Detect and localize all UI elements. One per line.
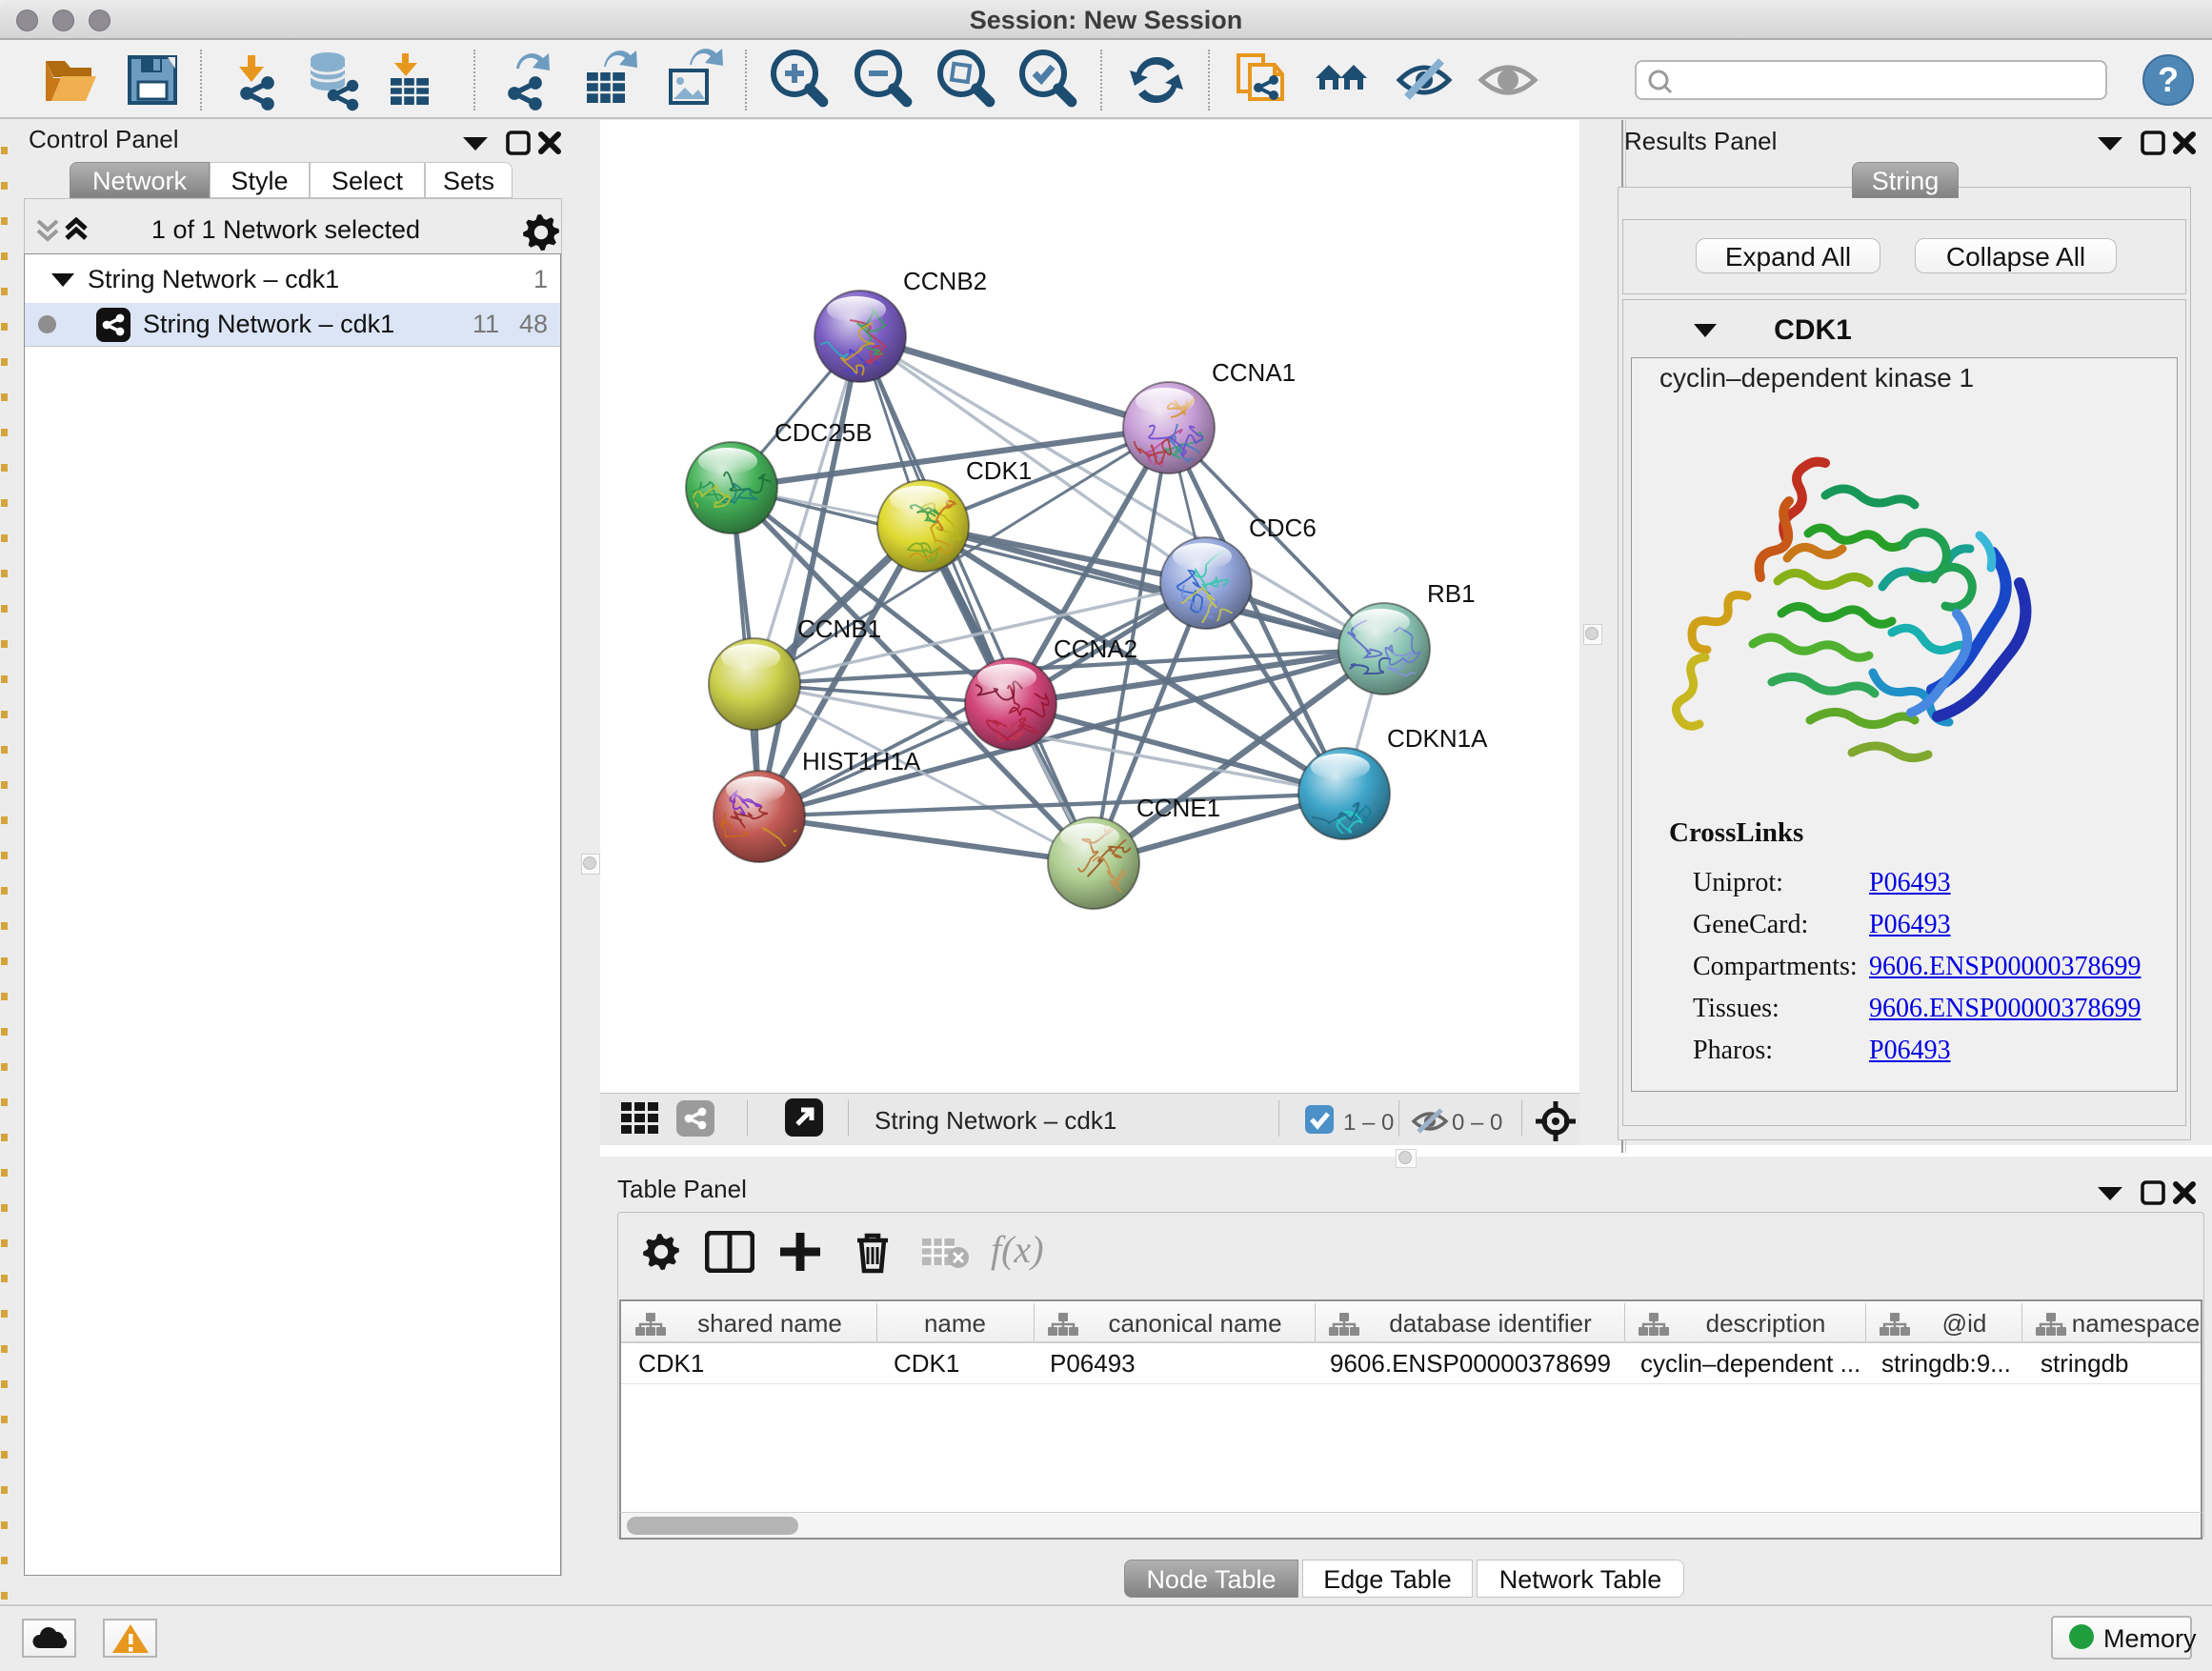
- svg-text:CDK1: CDK1: [966, 456, 1032, 485]
- svg-text:?: ?: [2158, 60, 2179, 99]
- svg-text:CCNB1: CCNB1: [797, 614, 881, 643]
- svg-text:CCNB2: CCNB2: [903, 267, 987, 295]
- svg-text:HIST1H1A: HIST1H1A: [802, 747, 921, 775]
- svg-text:CDC6: CDC6: [1249, 513, 1317, 542]
- svg-text:CCNA1: CCNA1: [1212, 358, 1296, 387]
- svg-text:CDKN1A: CDKN1A: [1387, 724, 1488, 753]
- svg-text:RB1: RB1: [1427, 579, 1476, 608]
- svg-text:CDC25B: CDC25B: [774, 418, 873, 447]
- svg-text:CCNA2: CCNA2: [1054, 634, 1137, 663]
- svg-text:CCNE1: CCNE1: [1136, 794, 1220, 822]
